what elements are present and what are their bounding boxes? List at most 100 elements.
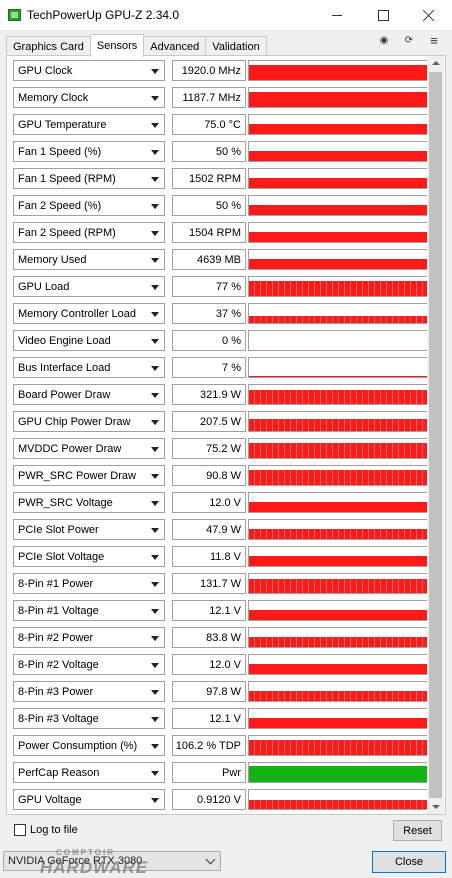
- sensor-graph: [248, 384, 431, 405]
- scroll-thumb[interactable]: [429, 72, 442, 798]
- sensor-graph: [248, 681, 431, 702]
- sensor-name-dropdown[interactable]: Memory Clock: [13, 87, 165, 108]
- reset-button[interactable]: Reset: [393, 820, 442, 841]
- sensor-value: 4639 MB: [196, 254, 241, 266]
- sensor-panel: GPU Clock 1920.0 MHz Memory Clock 1187.7 MH…: [6, 55, 446, 815]
- sensor-value-box: 321.9 W: [172, 384, 246, 405]
- sensor-name-dropdown[interactable]: PerfCap Reason: [13, 762, 165, 783]
- sensor-name-dropdown[interactable]: Fan 1 Speed (%): [13, 141, 165, 162]
- sensor-name-dropdown[interactable]: GPU Temperature: [13, 114, 165, 135]
- sensor-graph-fill: [249, 664, 430, 674]
- sensor-name-dropdown[interactable]: PWR_SRC Power Draw: [13, 465, 165, 486]
- sensor-graph-fill: [249, 259, 430, 269]
- tab-sensors[interactable]: Sensors: [89, 34, 145, 57]
- sensor-value: 1920.0 MHz: [181, 65, 241, 77]
- sensor-value-box: 1920.0 MHz: [172, 60, 246, 81]
- log-to-file-checkbox[interactable]: [14, 824, 26, 836]
- sensor-graph: [248, 573, 431, 594]
- sensor-graph-fill: [249, 151, 430, 161]
- sensor-value-box: 50 %: [172, 195, 246, 216]
- dropdown-arrow-icon: [151, 663, 159, 668]
- sensor-name: MVDDC Power Draw: [18, 443, 122, 455]
- gpu-select[interactable]: NVIDIA GeForce RTX 3080: [3, 851, 221, 871]
- dropdown-arrow-icon: [151, 609, 159, 614]
- sensor-graph: [248, 627, 431, 648]
- sensor-value-box: 106.2 % TDP: [172, 735, 246, 756]
- dropdown-arrow-icon: [151, 636, 159, 641]
- sensor-graph: [248, 654, 431, 675]
- sensor-name-dropdown[interactable]: Bus Interface Load: [13, 357, 165, 378]
- sensor-graph-fill: [249, 281, 430, 296]
- sensor-graph-fill: [249, 92, 430, 107]
- scroll-up-button[interactable]: [427, 56, 444, 70]
- minimize-icon: [332, 14, 342, 16]
- sensor-graph-fill: [249, 740, 430, 755]
- close-button[interactable]: Close: [372, 851, 446, 873]
- sensor-graph: [248, 114, 431, 135]
- scroll-down-button[interactable]: [427, 800, 444, 814]
- sensor-name-dropdown[interactable]: PCIe Slot Voltage: [13, 546, 165, 567]
- camera-icon[interactable]: ◉: [377, 34, 391, 48]
- maximize-icon: [377, 9, 389, 21]
- dropdown-arrow-icon: [151, 231, 159, 236]
- sensor-name: Memory Controller Load: [18, 308, 136, 320]
- sensor-name-dropdown[interactable]: Fan 2 Speed (RPM): [13, 222, 165, 243]
- log-to-file-label[interactable]: Log to file: [30, 824, 78, 836]
- sensor-name-dropdown[interactable]: 8-Pin #3 Power: [13, 681, 165, 702]
- sensor-graph-fill: [249, 124, 430, 134]
- sensor-value-box: 1504 RPM: [172, 222, 246, 243]
- sensor-graph: [248, 492, 431, 513]
- sensor-name-dropdown[interactable]: 8-Pin #1 Voltage: [13, 600, 165, 621]
- sensor-value: 97.8 W: [206, 686, 241, 698]
- sensor-value-box: 83.8 W: [172, 627, 246, 648]
- sensor-name: Power Consumption (%): [18, 740, 138, 752]
- gpu-select-value: NVIDIA GeForce RTX 3080: [8, 855, 143, 867]
- dropdown-arrow-icon: [151, 150, 159, 155]
- dropdown-arrow-icon: [151, 690, 159, 695]
- sensor-value: 50 %: [215, 146, 241, 158]
- sensor-value: 1187.7 MHz: [182, 92, 242, 104]
- sensor-name-dropdown[interactable]: GPU Load: [13, 276, 165, 297]
- sensor-scrollbar[interactable]: [427, 56, 444, 814]
- dropdown-arrow-icon: [151, 420, 159, 425]
- menu-icon[interactable]: ≡: [427, 34, 441, 48]
- sensor-value: 106.2 % TDP: [175, 740, 241, 752]
- sensor-name-dropdown[interactable]: PWR_SRC Voltage: [13, 492, 165, 513]
- sensor-name-dropdown[interactable]: 8-Pin #2 Power: [13, 627, 165, 648]
- sensor-name-dropdown[interactable]: GPU Voltage: [13, 789, 165, 810]
- sensor-graph-fill: [249, 376, 430, 377]
- arrow-up-icon: [431, 61, 440, 65]
- sensor-name-dropdown[interactable]: Memory Controller Load: [13, 303, 165, 324]
- dropdown-arrow-icon: [151, 177, 159, 182]
- sensor-value-box: 47.9 W: [172, 519, 246, 540]
- sensor-name-dropdown[interactable]: Memory Used: [13, 249, 165, 270]
- close-window-button[interactable]: [406, 0, 452, 30]
- sensor-value: 12.1 V: [209, 713, 241, 725]
- sensor-name-dropdown[interactable]: PCIe Slot Power: [13, 519, 165, 540]
- sensor-value-box: 12.1 V: [172, 600, 246, 621]
- sensor-value: 37 %: [215, 308, 241, 320]
- sensor-value-box: 90.8 W: [172, 465, 246, 486]
- sensor-name-dropdown[interactable]: 8-Pin #1 Power: [13, 573, 165, 594]
- sensor-name-dropdown[interactable]: Fan 2 Speed (%): [13, 195, 165, 216]
- tab-validation[interactable]: Validation: [205, 36, 267, 57]
- sensor-graph-fill: [249, 470, 430, 485]
- sensor-value: Pwr: [222, 767, 241, 779]
- tab-graphics-card[interactable]: Graphics Card: [6, 36, 91, 57]
- sensor-name-dropdown[interactable]: Fan 1 Speed (RPM): [13, 168, 165, 189]
- close-icon: [423, 9, 435, 21]
- minimize-button[interactable]: [314, 0, 360, 30]
- sensor-name-dropdown[interactable]: 8-Pin #2 Voltage: [13, 654, 165, 675]
- sensor-name-dropdown[interactable]: GPU Chip Power Draw: [13, 411, 165, 432]
- sensor-name-dropdown[interactable]: MVDDC Power Draw: [13, 438, 165, 459]
- refresh-icon[interactable]: ⟳: [402, 34, 416, 48]
- sensor-value-box: 97.8 W: [172, 681, 246, 702]
- tab-advanced[interactable]: Advanced: [143, 36, 207, 57]
- sensor-name: PerfCap Reason: [18, 767, 100, 779]
- sensor-name-dropdown[interactable]: Board Power Draw: [13, 384, 165, 405]
- sensor-name-dropdown[interactable]: 8-Pin #3 Voltage: [13, 708, 165, 729]
- sensor-name-dropdown[interactable]: Video Engine Load: [13, 330, 165, 351]
- maximize-button[interactable]: [360, 0, 406, 30]
- sensor-name-dropdown[interactable]: Power Consumption (%): [13, 735, 165, 756]
- sensor-name-dropdown[interactable]: GPU Clock: [13, 60, 165, 81]
